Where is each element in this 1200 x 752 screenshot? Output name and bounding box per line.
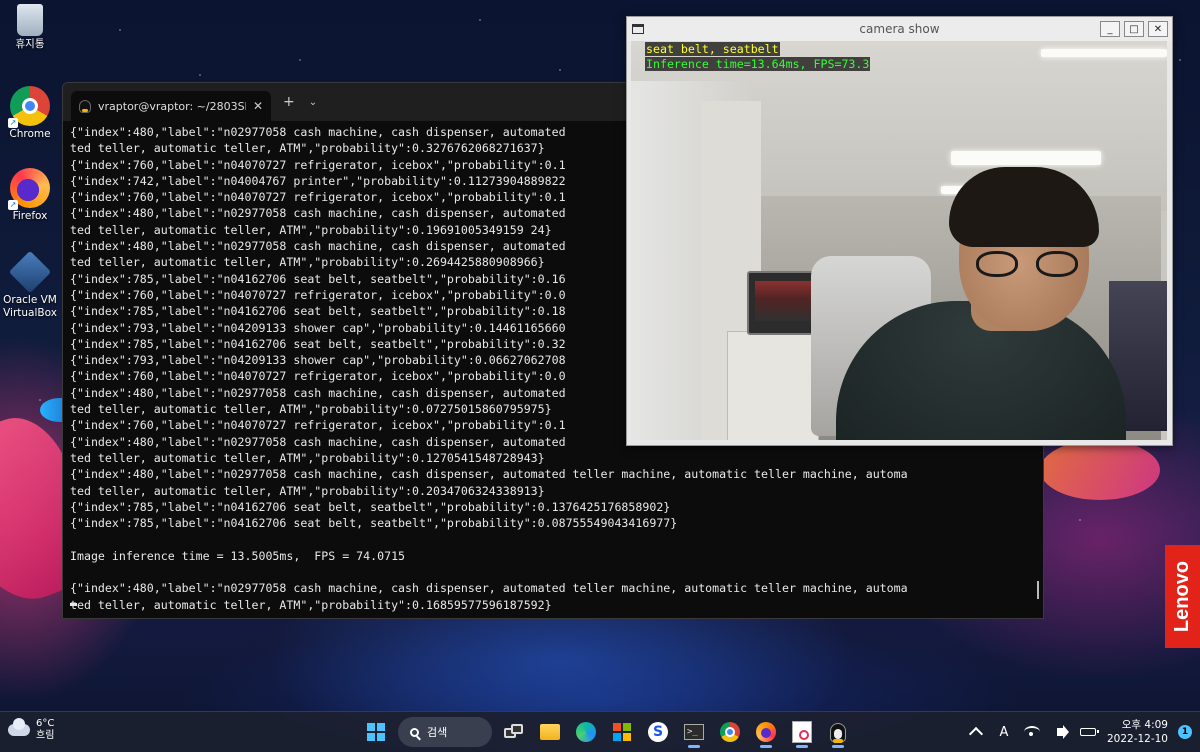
desktop-icon-label: Chrome (9, 128, 51, 140)
weather-description: 흐림 (36, 730, 55, 741)
clock-date: 2022-12-10 (1106, 733, 1168, 745)
terminal-line: {"index":785,"label":"n04162706 seat bel… (70, 516, 678, 531)
linux-icon (830, 722, 846, 743)
terminal-line: ted teller, automatic teller, ATM","prob… (70, 597, 552, 612)
shortcut-arrow-icon: ↗ (8, 118, 18, 128)
lenovo-logo-text: Lenovo (1171, 560, 1193, 633)
terminal-cursor (70, 603, 77, 606)
terminal-tab[interactable]: vraptor@vraptor: ~/2803SDK_ ✕ (71, 91, 271, 121)
desktop-icon-label: Oracle VM VirtualBox (3, 294, 57, 319)
firefox-taskbar-button[interactable] (748, 716, 784, 748)
chrome-icon: ↗ (8, 86, 50, 128)
terminal-scrollbar[interactable] (1037, 581, 1039, 599)
speaker-icon (1056, 725, 1069, 739)
firefox-icon (756, 722, 776, 742)
s-app-icon: S (648, 722, 668, 742)
shortcut-arrow-icon: ↗ (8, 200, 18, 210)
terminal-line: {"index":480,"label":"n02977058 cash mac… (70, 581, 908, 596)
chrome-icon (720, 722, 740, 742)
task-view-button[interactable] (496, 716, 532, 748)
snipping-tool-button[interactable] (784, 716, 820, 748)
store-button[interactable] (604, 716, 640, 748)
close-button[interactable]: ✕ (1148, 21, 1168, 37)
tab-dropdown-button[interactable]: ⌄ (309, 97, 317, 108)
recycle-bin-icon (17, 4, 43, 36)
edge-button[interactable] (568, 716, 604, 748)
desktop-icon-label: 휴지통 (15, 38, 45, 50)
camera-show-window[interactable]: camera show _ □ ✕ seat belt, seatbelt In… (626, 16, 1173, 446)
terminal-icon: >_ (684, 724, 704, 740)
windows-icon (367, 723, 385, 741)
chevron-up-icon (968, 726, 984, 742)
search-icon (410, 727, 419, 737)
folder-icon (540, 724, 560, 740)
inference-time-overlay: Inference time=13.64ms, FPS=73.3 (645, 57, 871, 71)
notification-badge[interactable]: 1 (1178, 725, 1192, 739)
edge-icon (576, 722, 596, 742)
terminal-line: ted teller, automatic teller, ATM","prob… (70, 450, 545, 465)
battery-icon (1079, 728, 1099, 736)
ceiling-light (951, 151, 1101, 165)
camera-window-title: camera show (859, 22, 940, 36)
wifi-icon (1023, 726, 1040, 738)
ime-indicator[interactable]: A (995, 723, 1013, 741)
lenovo-logo: Lenovo (1165, 545, 1200, 648)
desktop-icon-chrome[interactable]: ↗ Chrome (0, 86, 60, 141)
maximize-button[interactable]: □ (1124, 21, 1144, 37)
terminal-line: {"index":480,"label":"n02977058 cash mac… (70, 467, 908, 482)
linux-vm-button[interactable] (820, 716, 856, 748)
camera-feed: seat belt, seatbelt Inference time=13.64… (631, 41, 1167, 440)
taskbar: 6°C 흐림 검색 S >_ A 오후 4:09 2022-12-10 1 (0, 711, 1200, 752)
firefox-icon: ↗ (8, 168, 50, 210)
weather-temperature: 6°C (36, 718, 55, 729)
office-shelf (727, 331, 819, 440)
battery-button[interactable] (1079, 723, 1099, 741)
task-view-icon (504, 724, 524, 740)
system-tray: A 오후 4:09 2022-12-10 1 (967, 716, 1192, 748)
virtualbox-icon (8, 250, 52, 294)
desktop-icon-virtualbox[interactable]: Oracle VM VirtualBox (0, 250, 60, 320)
wallpaper-shape (1040, 440, 1160, 500)
file-explorer-button[interactable] (532, 716, 568, 748)
volume-button[interactable] (1051, 723, 1069, 741)
clock[interactable]: 오후 4:09 2022-12-10 (1107, 718, 1168, 746)
desktop-icon-label: Firefox (12, 210, 48, 222)
search-label: 검색 (427, 726, 448, 739)
start-button[interactable] (358, 716, 394, 748)
cloud-icon (8, 718, 30, 736)
taskbar-search[interactable]: 검색 (398, 717, 492, 747)
tray-overflow-button[interactable] (967, 723, 985, 742)
s-app-button[interactable]: S (640, 716, 676, 748)
weather-widget[interactable]: 6°C 흐림 (8, 718, 54, 742)
glasses (976, 251, 1084, 279)
desktop-icon-firefox[interactable]: ↗ Firefox (0, 168, 60, 223)
clock-time: 오후 4:09 (1121, 719, 1168, 731)
detection-label-overlay: seat belt, seatbelt (645, 42, 780, 56)
camera-window-titlebar[interactable]: camera show _ □ ✕ (627, 17, 1172, 41)
terminal-taskbar-button[interactable]: >_ (676, 716, 712, 748)
desktop-icon-recycle-bin[interactable]: 휴지통 (0, 4, 60, 51)
ceiling-light (1041, 49, 1167, 57)
terminal-line: Image inference time = 13.5005ms, FPS = … (70, 548, 406, 563)
linux-icon (79, 99, 91, 113)
terminal-tab-title: vraptor@vraptor: ~/2803SDK_ (98, 99, 246, 113)
snipping-tool-icon (792, 721, 812, 743)
terminal-line: ted teller, automatic teller, ATM","prob… (70, 483, 545, 498)
chrome-taskbar-button[interactable] (712, 716, 748, 748)
store-icon (613, 723, 631, 741)
terminal-line: {"index":785,"label":"n04162706 seat bel… (70, 499, 671, 514)
close-tab-button[interactable]: ✕ (253, 99, 263, 113)
minimize-button[interactable]: _ (1100, 21, 1120, 37)
new-tab-button[interactable]: + (283, 94, 295, 110)
network-button[interactable] (1023, 723, 1041, 741)
